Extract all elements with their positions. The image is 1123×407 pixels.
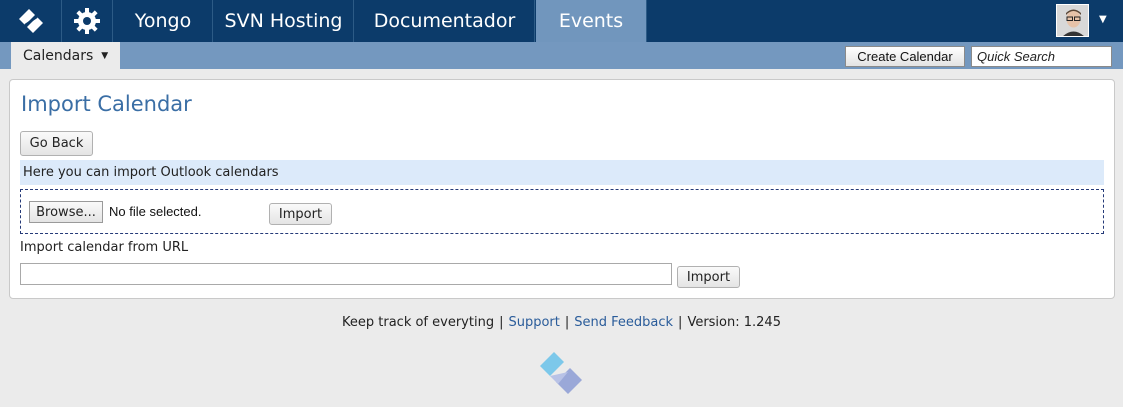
user-menu-chevron-down-icon[interactable]: ▼ bbox=[1099, 14, 1107, 25]
calendars-dropdown[interactable]: Calendars ▼ bbox=[11, 42, 120, 69]
tab-documentador[interactable]: Documentador bbox=[355, 0, 535, 42]
logo-icon bbox=[18, 9, 43, 33]
version-text: Version: 1.245 bbox=[687, 315, 781, 330]
tab-svn-hosting[interactable]: SVN Hosting bbox=[214, 0, 354, 42]
footer-logo bbox=[538, 348, 586, 396]
import-file-button[interactable]: Import bbox=[269, 203, 332, 225]
tab-yongo[interactable]: Yongo bbox=[114, 0, 213, 42]
send-feedback-link[interactable]: Send Feedback bbox=[574, 315, 673, 330]
gear-icon bbox=[74, 8, 100, 34]
support-link[interactable]: Support bbox=[508, 315, 559, 330]
info-message: Here you can import Outlook calendars bbox=[20, 160, 1104, 185]
browse-file-button[interactable]: Browse... bbox=[29, 201, 103, 223]
user-avatar[interactable] bbox=[1056, 4, 1089, 37]
go-back-button[interactable]: Go Back bbox=[20, 131, 93, 156]
import-url-button[interactable]: Import bbox=[677, 266, 740, 288]
app-logo[interactable] bbox=[0, 0, 62, 42]
quick-search-input[interactable] bbox=[971, 46, 1112, 67]
footer-separator: | bbox=[678, 315, 683, 330]
footer-separator: | bbox=[499, 315, 504, 330]
tab-events[interactable]: Events bbox=[536, 0, 647, 42]
footer-separator: | bbox=[564, 315, 570, 330]
footer-tagline: Keep track of everyting bbox=[342, 315, 495, 330]
calendars-dropdown-label: Calendars bbox=[23, 47, 94, 64]
chevron-down-icon: ▼ bbox=[101, 50, 109, 61]
calendar-url-input[interactable] bbox=[20, 263, 672, 285]
avatar-image bbox=[1057, 5, 1088, 36]
create-calendar-button[interactable]: Create Calendar bbox=[845, 46, 965, 67]
file-status-text: No file selected. bbox=[109, 204, 202, 219]
url-label: Import calendar from URL bbox=[20, 240, 189, 255]
logo-icon bbox=[540, 352, 582, 394]
settings-button[interactable] bbox=[62, 0, 113, 42]
page-title: Import Calendar bbox=[21, 92, 192, 116]
footer: Keep track of everyting | Support | Send Fee… bbox=[0, 315, 1123, 330]
